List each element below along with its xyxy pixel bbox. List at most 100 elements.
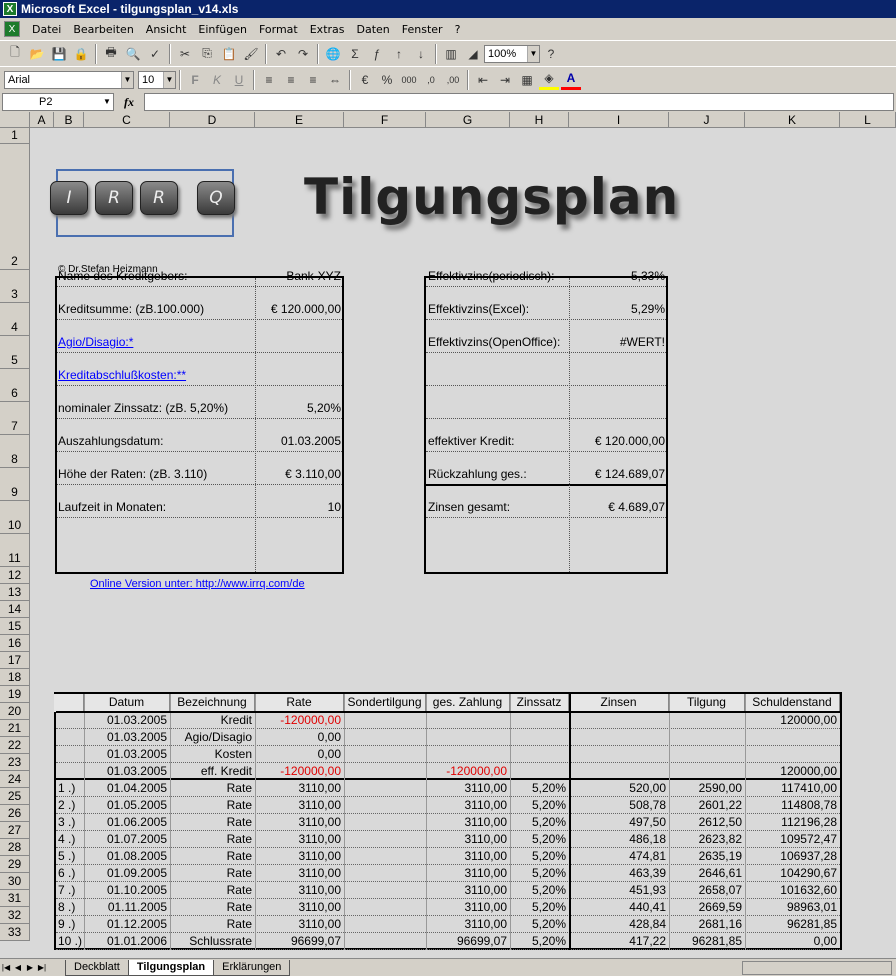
table-cell[interactable]	[510, 729, 569, 746]
table-cell[interactable]: Rate	[170, 882, 255, 899]
table-cell[interactable]: 474,81	[569, 848, 669, 865]
row-header[interactable]: 17	[0, 652, 30, 669]
table-cell[interactable]	[426, 712, 510, 729]
table-cell[interactable]: eff. Kredit	[170, 763, 255, 780]
table-cell[interactable]: 3 .)	[54, 814, 84, 831]
row-header[interactable]: 12	[0, 567, 30, 584]
table-cell[interactable]: 5,20%	[510, 831, 569, 848]
table-cell[interactable]: 2635,19	[669, 848, 745, 865]
table-cell[interactable]: 5,20%	[510, 933, 569, 950]
menu-help[interactable]: ?	[449, 23, 467, 36]
input-label[interactable]: Kreditabschlußkosten:**	[58, 368, 186, 382]
table-cell[interactable]	[344, 848, 426, 865]
copy-icon[interactable]: ⎘	[197, 44, 217, 64]
table-cell[interactable]: 3110,00	[255, 882, 344, 899]
column-header-e[interactable]: E	[255, 112, 344, 128]
column-header-d[interactable]: D	[170, 112, 255, 128]
table-cell[interactable]: 7 .)	[54, 882, 84, 899]
row-header[interactable]: 14	[0, 601, 30, 618]
table-cell[interactable]: 3110,00	[426, 831, 510, 848]
table-cell[interactable]	[669, 746, 745, 763]
print-preview-icon[interactable]: 🔍	[123, 44, 143, 64]
table-cell[interactable]: 486,18	[569, 831, 669, 848]
table-cell[interactable]	[54, 729, 84, 746]
italic-icon[interactable]: K	[207, 70, 227, 90]
table-cell[interactable]: 3110,00	[255, 865, 344, 882]
table-cell[interactable]: 2681,16	[669, 916, 745, 933]
table-cell[interactable]: 10 .)	[54, 933, 84, 950]
table-cell[interactable]: 96281,85	[669, 933, 745, 950]
table-cell[interactable]: 112196,28	[745, 814, 840, 831]
first-sheet-icon[interactable]: |◀	[0, 963, 12, 972]
decrease-indent-icon[interactable]: ⇤	[473, 70, 493, 90]
table-cell[interactable]: 114808,78	[745, 797, 840, 814]
column-header-c[interactable]: C	[84, 112, 170, 128]
table-cell[interactable]: 463,39	[569, 865, 669, 882]
table-cell[interactable]: 3110,00	[255, 848, 344, 865]
help-icon[interactable]: ?	[541, 44, 561, 64]
table-cell[interactable]: 3110,00	[426, 916, 510, 933]
menu-extras[interactable]: Extras	[304, 23, 351, 36]
row-header[interactable]: 3	[0, 270, 30, 303]
table-cell[interactable]: Rate	[170, 780, 255, 797]
input-value[interactable]: € 120.000,00	[271, 302, 341, 316]
table-cell[interactable]	[54, 746, 84, 763]
table-cell[interactable]	[669, 712, 745, 729]
table-cell[interactable]: 4 .)	[54, 831, 84, 848]
row-header[interactable]: 27	[0, 822, 30, 839]
row-header[interactable]: 8	[0, 435, 30, 468]
column-header-l[interactable]: L	[840, 112, 896, 128]
menu-ansicht[interactable]: Ansicht	[140, 23, 193, 36]
table-cell[interactable]: 3110,00	[426, 780, 510, 797]
table-cell[interactable]: 3110,00	[255, 797, 344, 814]
table-cell[interactable]: 440,41	[569, 899, 669, 916]
table-cell[interactable]	[569, 746, 669, 763]
table-cell[interactable]: 2658,07	[669, 882, 745, 899]
table-cell[interactable]: 01.05.2005	[84, 797, 170, 814]
row-header[interactable]: 26	[0, 805, 30, 822]
chevron-down-icon[interactable]: ▼	[121, 71, 133, 88]
chevron-down-icon[interactable]: ▼	[101, 94, 113, 110]
table-cell[interactable]	[669, 763, 745, 780]
underline-icon[interactable]: U	[229, 70, 249, 90]
zoom-select[interactable]: 100% ▼	[484, 44, 540, 63]
table-cell[interactable]: 3110,00	[255, 814, 344, 831]
column-header-f[interactable]: F	[344, 112, 426, 128]
table-cell[interactable]	[569, 712, 669, 729]
currency-icon[interactable]: €	[355, 70, 375, 90]
table-cell[interactable]: 104290,67	[745, 865, 840, 882]
tab-tilgungsplan[interactable]: Tilgungsplan	[127, 959, 215, 976]
fill-color-icon[interactable]: ◈	[539, 70, 559, 90]
table-cell[interactable]: 3110,00	[426, 797, 510, 814]
table-cell[interactable]: Rate	[170, 814, 255, 831]
formula-input[interactable]	[144, 93, 894, 111]
table-cell[interactable]: 3110,00	[255, 780, 344, 797]
tab-erklaerungen[interactable]: Erklärungen	[213, 959, 291, 976]
row-header[interactable]: 11	[0, 534, 30, 567]
table-cell[interactable]: 497,50	[569, 814, 669, 831]
row-header[interactable]: 1	[0, 128, 30, 144]
table-cell[interactable]: 120000,00	[745, 763, 840, 780]
horizontal-scrollbar[interactable]	[742, 960, 892, 975]
row-header[interactable]: 18	[0, 669, 30, 686]
table-cell[interactable]: 0,00	[255, 746, 344, 763]
table-cell[interactable]	[344, 712, 426, 729]
table-cell[interactable]: 520,00	[569, 780, 669, 797]
table-cell[interactable]: 3110,00	[255, 916, 344, 933]
table-cell[interactable]	[344, 763, 426, 780]
undo-icon[interactable]: ↶	[271, 44, 291, 64]
table-cell[interactable]: 2623,82	[669, 831, 745, 848]
hyperlink-icon[interactable]: 🌐	[323, 44, 343, 64]
select-all-corner[interactable]	[0, 112, 30, 128]
fx-icon[interactable]: fx	[114, 95, 144, 110]
row-header[interactable]: 13	[0, 584, 30, 601]
table-cell[interactable]: 0,00	[745, 933, 840, 950]
chart-wizard-icon[interactable]: ▥	[441, 44, 461, 64]
input-value[interactable]: 5,20%	[307, 401, 341, 415]
table-cell[interactable]: 9 .)	[54, 916, 84, 933]
table-cell[interactable]	[344, 831, 426, 848]
row-header[interactable]: 28	[0, 839, 30, 856]
menu-datei[interactable]: Datei	[26, 23, 67, 36]
table-cell[interactable]: 508,78	[569, 797, 669, 814]
table-cell[interactable]: 5,20%	[510, 797, 569, 814]
